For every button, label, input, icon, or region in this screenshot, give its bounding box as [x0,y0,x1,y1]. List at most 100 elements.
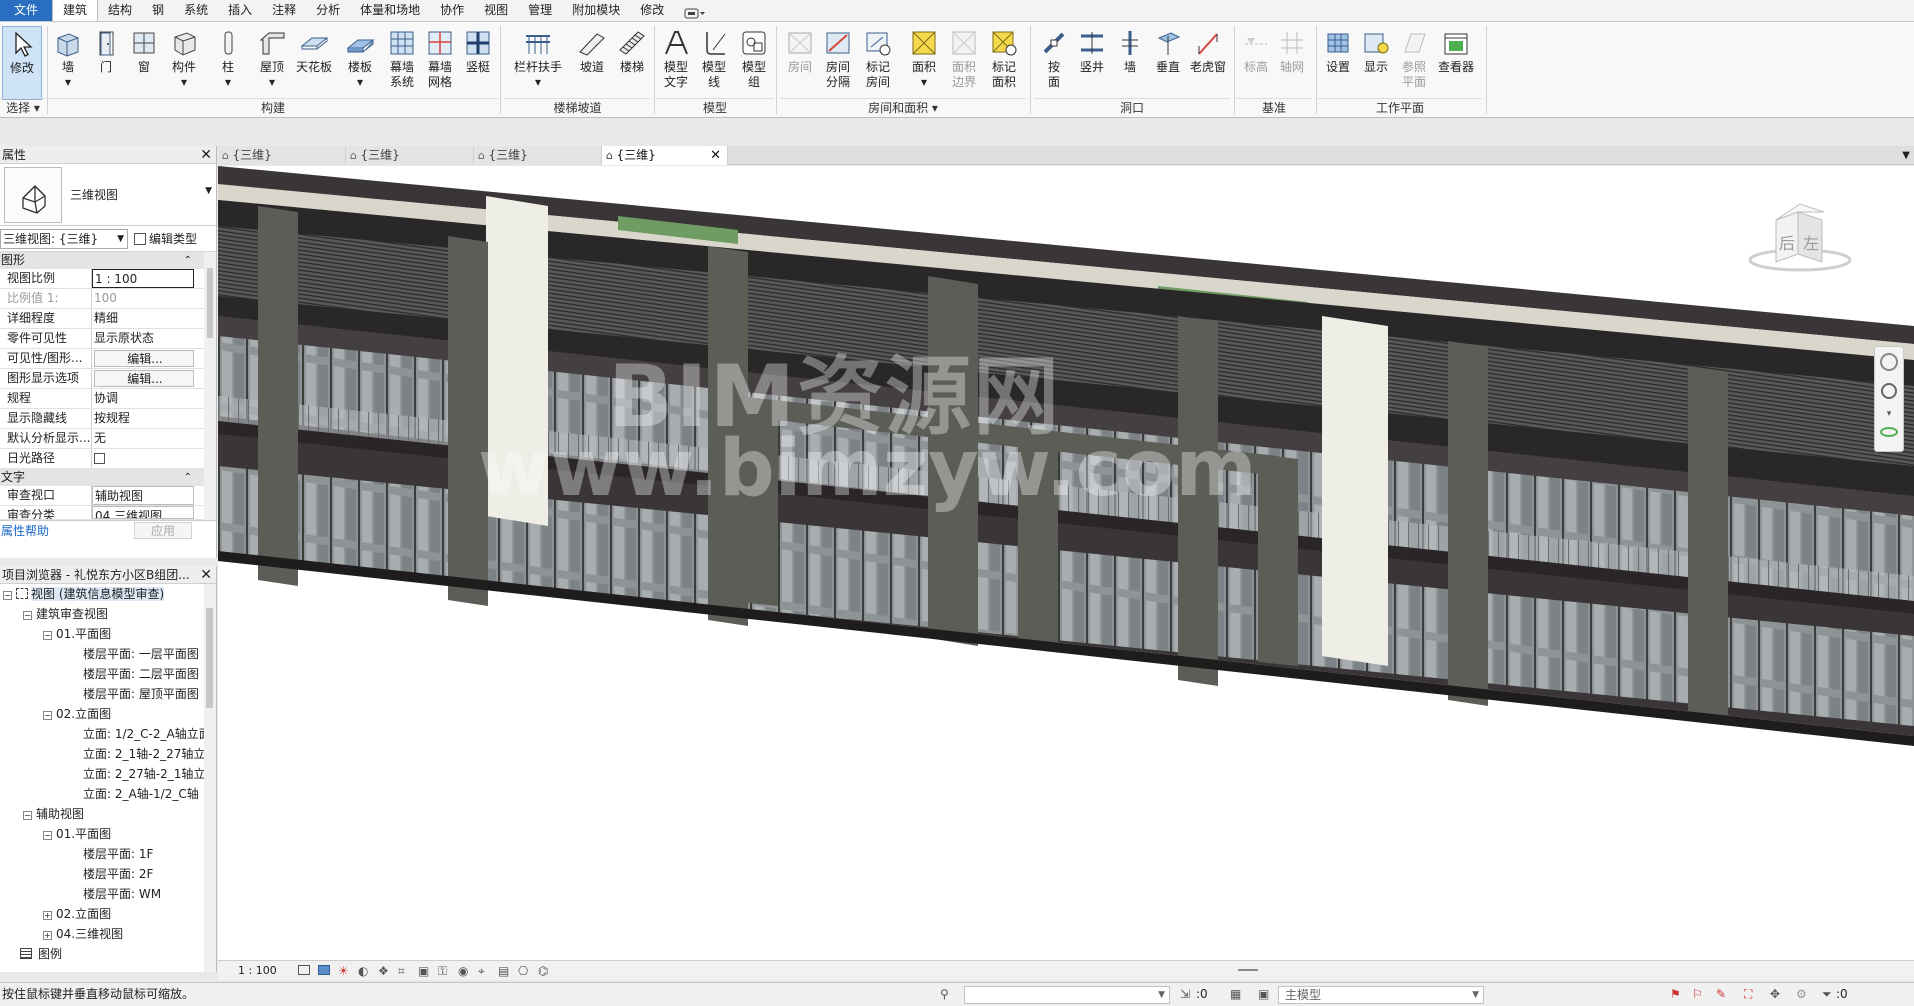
view-scale-input[interactable]: 1 : 100 [92,269,194,288]
tag-room-button[interactable]: 标记 房间 [858,26,898,90]
tree-item-legends[interactable]: 图例 [0,944,216,964]
railing-button[interactable]: 栏杆扶手 ▾ [510,26,566,90]
graphic-display-edit-button[interactable]: 编辑... [94,370,194,387]
ribbon-options-toggle[interactable] [674,0,716,21]
design-option-icon[interactable]: ▣ [1258,983,1269,1006]
model-text-button[interactable]: 模型 文字 [656,26,696,90]
review-category-value[interactable]: 04.三维视图 [92,506,194,519]
collapse-icon[interactable]: − [43,711,52,720]
show-crop-icon[interactable]: ▣ [418,962,429,981]
room-separator-button[interactable]: 房间 分隔 [818,26,858,90]
group-select[interactable]: 选择 ▾ [0,98,46,116]
tree-item-folder[interactable]: −02.立面图 [0,704,216,724]
tab-manage[interactable]: 管理 [518,0,562,21]
view-tab[interactable]: ⌂ {三维} [218,146,346,165]
tab-massing-site[interactable]: 体量和场地 [350,0,430,21]
column-button[interactable]: 柱 ▾ [208,26,248,90]
tree-item-view[interactable]: 楼层平面: 屋顶平面图 [0,684,216,704]
vertical-opening-button[interactable]: 垂直 [1148,26,1188,75]
tree-item-folder[interactable]: +04.三维视图 [0,924,216,944]
workset-dropdown[interactable]: ▼ [964,986,1170,1004]
viewcube-face-back[interactable]: 后 [1779,230,1795,254]
collapse-icon[interactable]: − [23,611,32,620]
sun-path-off-icon[interactable]: ☀ [338,962,349,981]
design-options-icon[interactable]: ▦ [1230,983,1241,1006]
tree-item-view[interactable]: 楼层平面: 二层平面图 [0,664,216,684]
wall-opening-button[interactable]: 墙 [1110,26,1150,75]
expand-icon[interactable]: + [43,931,52,940]
component-button[interactable]: 构件 ▾ [164,26,204,90]
drag-elements-icon[interactable]: ✥ [1770,983,1780,1006]
model-group-button[interactable]: 模型组 [734,26,774,90]
tab-systems[interactable]: 系统 [174,0,218,21]
detail-level-value[interactable]: 精细 [92,309,194,328]
tab-file[interactable]: 文件 [0,0,53,21]
vg-edit-button[interactable]: 编辑... [94,350,194,367]
collapse-icon[interactable]: − [43,831,52,840]
visual-style-icon[interactable] [318,965,330,975]
close-icon[interactable]: ✕ [200,146,212,164]
zoom-icon[interactable] [1881,383,1897,399]
shaft-button[interactable]: 竖井 [1072,26,1112,75]
tree-item-view[interactable]: 立面: 1/2_C-2_A轴立面 [0,724,216,744]
tab-structure[interactable]: 结构 [98,0,142,21]
modify-button[interactable]: 修改 [2,26,42,100]
render-dialog-icon[interactable]: ❖ [378,962,389,981]
ramp-button[interactable]: 坡道 [572,26,612,75]
analysis-display-value[interactable]: 无 [92,429,194,448]
tree-item-view[interactable]: 楼层平面: 1F [0,844,216,864]
lock-view-icon[interactable]: ⚿ [438,962,447,981]
viewer-button[interactable]: 查看器 [1432,26,1480,75]
sun-path-checkbox[interactable] [94,453,105,464]
section-graphics[interactable]: 图形 ⌃ [0,252,216,269]
filter-icon[interactable]: ⏷ [1822,983,1832,1006]
window-button[interactable]: 窗 [124,26,164,75]
tab-steel[interactable]: 钢 [142,0,174,21]
dormer-button[interactable]: 老虎窗 [1188,26,1228,75]
door-button[interactable]: 门 [86,26,126,75]
curtain-grid-button[interactable]: 幕墙 网格 [420,26,460,90]
section-text[interactable]: 文字 ⌃ [0,469,216,486]
tree-item-view[interactable]: 楼层平面: 一层平面图 [0,644,216,664]
floor-button[interactable]: 楼板 ▾ [340,26,380,90]
view-tab[interactable]: ⌂ {三维} [346,146,474,165]
select-pinned-icon[interactable]: ✎ [1716,983,1726,1006]
highlight-displacement-icon[interactable]: ⌬ [538,962,548,981]
curtain-system-button[interactable]: 幕墙 系统 [382,26,422,90]
tree-item-folder[interactable]: +02.立面图 [0,904,216,924]
show-workplane-button[interactable]: 显示 [1356,26,1396,75]
tree-item-folder[interactable]: −01.平面图 [0,624,216,644]
tab-annotate[interactable]: 注释 [262,0,306,21]
tab-architecture[interactable]: 建筑 [52,0,99,21]
detail-level-icon[interactable] [298,965,310,975]
crop-view-icon[interactable]: ⌗ [398,962,405,981]
level-button[interactable]: 标高 [1236,26,1276,75]
collapse-icon[interactable]: − [3,591,12,600]
shadows-off-icon[interactable]: ◐ [358,962,368,981]
hidden-line-value[interactable]: 按规程 [92,409,194,428]
steering-wheel-icon[interactable] [1880,353,1898,371]
background-process-icon[interactable]: ⚙ [1796,983,1807,1006]
browser-scrollbar[interactable] [204,584,216,972]
properties-scrollbar[interactable] [204,252,216,520]
3d-viewport[interactable]: BIM资源网 www.bimzyw.com 后 左 ▾ [218,166,1914,960]
workset-icon[interactable]: ⚲ [940,983,949,1006]
grid-button[interactable]: 轴网 [1272,26,1312,75]
tree-item-view[interactable]: 立面: 2_27轴-2_1轴立 [0,764,216,784]
analytical-model-icon[interactable]: ⎔ [518,962,528,981]
select-by-face-icon[interactable]: ⛶ [1744,983,1752,1006]
mullion-button[interactable]: 竖梃 [458,26,498,75]
model-line-button[interactable]: 模型线 [694,26,734,90]
expand-icon[interactable]: + [43,911,52,920]
collapse-icon[interactable]: − [43,631,52,640]
select-links-icon[interactable]: ⚑ [1670,983,1681,1006]
collapse-icon[interactable]: − [23,811,32,820]
tab-modify[interactable]: 修改 [630,0,674,21]
tree-item-views-root[interactable]: − 视图 (建筑信息模型审查) [0,584,216,604]
tree-item-view[interactable]: 立面: 2_1轴-2_27轴立 [0,744,216,764]
area-boundary-button[interactable]: 面积 边界 [944,26,984,90]
area-button[interactable]: 面积 ▾ [904,26,944,90]
worksharing-display-icon[interactable]: ▤ [498,962,509,981]
tab-view[interactable]: 视图 [474,0,518,21]
tree-item-view[interactable]: 立面: 2_A轴-1/2_C轴 [0,784,216,804]
